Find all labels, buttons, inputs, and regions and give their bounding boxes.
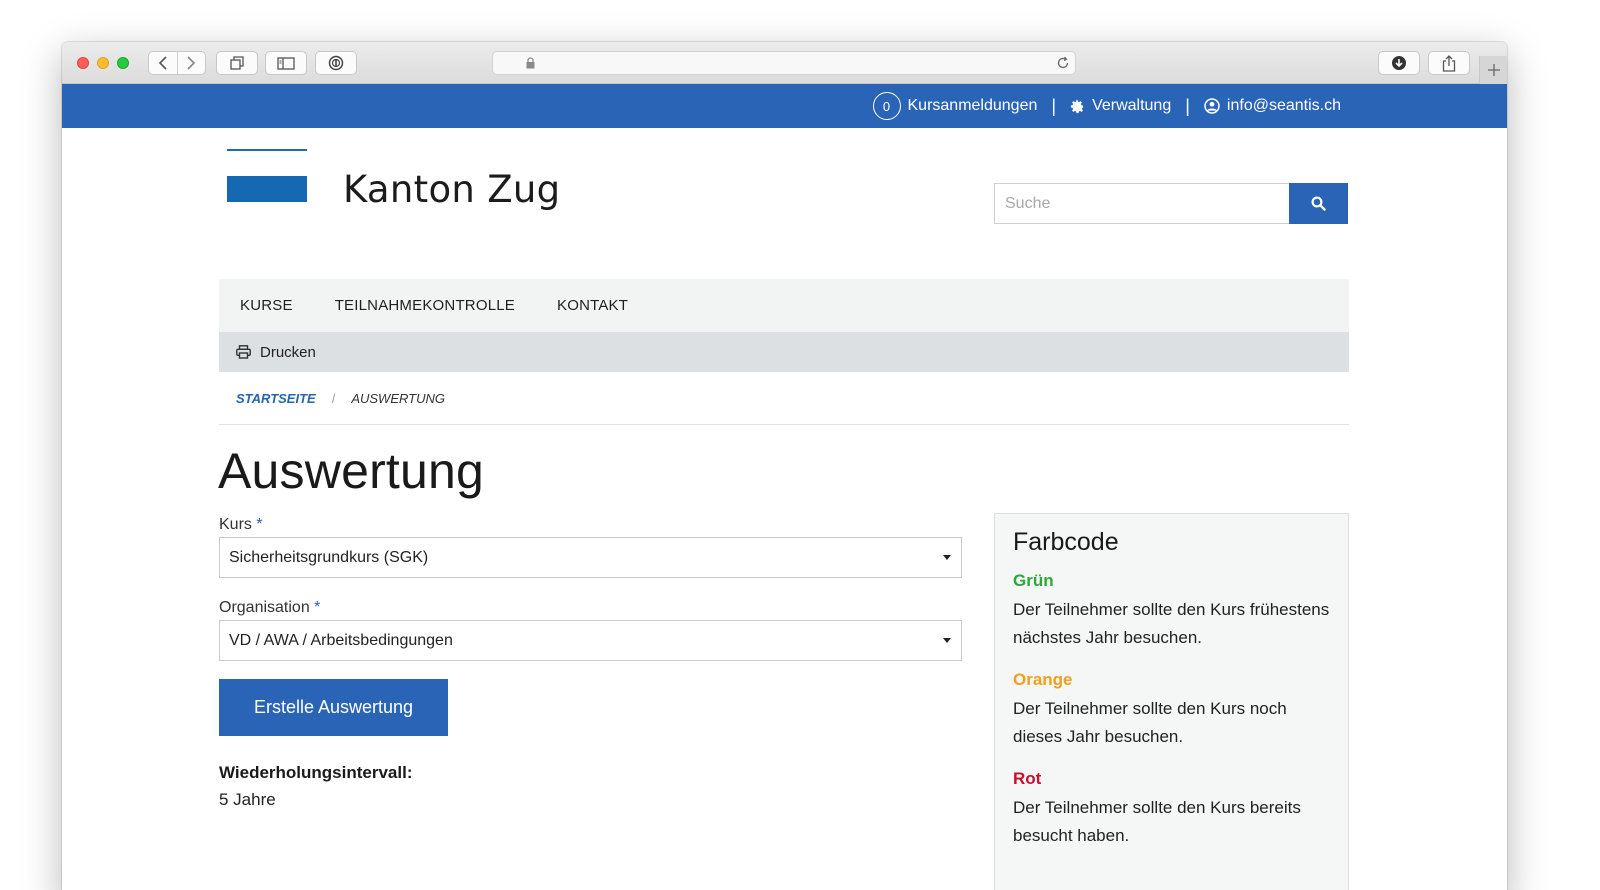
breadcrumb: STARTSEITE / AUSWERTUNG — [219, 391, 1349, 425]
organisation-select[interactable]: VD / AWA / Arbeitsbedingungen — [219, 620, 962, 661]
topbar-separator: | — [1051, 95, 1057, 116]
browser-window: 0 Kursanmeldungen | Verwaltung | info@se… — [62, 42, 1507, 890]
chevron-down-icon — [943, 638, 951, 643]
address-bar[interactable] — [492, 51, 1076, 75]
plus-icon — [1487, 64, 1500, 76]
new-tab-button[interactable] — [1479, 56, 1507, 84]
forward-icon — [187, 56, 196, 70]
nav-item-attendance-control[interactable]: TEILNAHMEKONTROLLE — [335, 297, 515, 314]
history-nav — [148, 51, 206, 75]
user-account-link[interactable]: info@seantis.ch — [1204, 97, 1341, 115]
gear-icon — [1070, 99, 1084, 113]
password-manager-button[interactable] — [315, 51, 357, 75]
page-title: Auswertung — [218, 443, 485, 499]
back-icon — [158, 56, 167, 70]
breadcrumb-current: AUSWERTUNG — [351, 391, 445, 406]
download-icon — [1392, 56, 1406, 70]
zoom-window-button[interactable] — [117, 57, 129, 69]
search-input[interactable] — [994, 183, 1290, 224]
close-window-button[interactable] — [77, 57, 89, 69]
search-icon — [1311, 196, 1326, 211]
sidebar-icon — [277, 56, 295, 70]
organisation-select-value: VD / AWA / Arbeitsbedingungen — [229, 631, 453, 649]
printer-icon — [236, 345, 251, 359]
downloads-button[interactable] — [1378, 51, 1420, 75]
password-icon — [328, 55, 344, 71]
course-select[interactable]: Sicherheitsgrundkurs (SGK) — [219, 537, 962, 578]
color-code-red-name: Rot — [1013, 769, 1042, 788]
print-button[interactable]: Drucken — [236, 344, 316, 361]
main-navigation: KURSE TEILNAHMEKONTROLLE KONTAKT — [219, 279, 1349, 332]
user-circle-icon — [1204, 98, 1220, 114]
create-evaluation-button[interactable]: Erstelle Auswertung — [219, 679, 448, 736]
color-code-green-description: Der Teilnehmer sollte den Kurs frühesten… — [1013, 600, 1330, 647]
repetition-interval-value: 5 Jahre — [219, 790, 276, 809]
topbar-separator: | — [1185, 95, 1190, 116]
color-code-orange-name: Orange — [1013, 670, 1073, 689]
registrations-label: Kursanmeldungen — [907, 97, 1038, 114]
share-button[interactable] — [1428, 51, 1470, 75]
nav-item-courses[interactable]: KURSE — [240, 297, 293, 314]
site-logo-text: Kanton Zug — [343, 168, 561, 211]
logo-emblem — [227, 176, 307, 202]
course-registrations-link[interactable]: 0 Kursanmeldungen — [872, 92, 1038, 120]
back-button[interactable] — [149, 52, 177, 74]
logo-line — [227, 149, 307, 151]
administration-link[interactable]: Verwaltung — [1070, 97, 1171, 115]
search-button[interactable] — [1289, 183, 1348, 224]
minimize-window-button[interactable] — [97, 57, 109, 69]
administration-label: Verwaltung — [1092, 97, 1172, 114]
sidebar-toggle-button[interactable] — [265, 51, 307, 75]
organisation-field-label: Organisation * — [219, 599, 320, 617]
color-code-title: Farbcode — [1013, 528, 1119, 556]
forward-button[interactable] — [176, 52, 206, 74]
color-code-green-name: Grün — [1013, 571, 1054, 590]
color-code-red-description: Der Teilnehmer sollte den Kurs bereits b… — [1013, 798, 1301, 845]
reload-icon[interactable] — [1056, 56, 1070, 70]
browser-toolbar — [62, 42, 1507, 84]
nav-item-contact[interactable]: KONTAKT — [557, 297, 628, 314]
chevron-down-icon — [943, 555, 951, 560]
color-code-panel: Farbcode Grün Der Teilnehmer sollte den … — [994, 513, 1349, 890]
organisation-label-text: Organisation — [219, 599, 310, 616]
registrations-count-badge: 0 — [872, 92, 901, 120]
repetition-interval-label: Wiederholungsintervall: — [219, 763, 413, 782]
lock-icon — [526, 57, 535, 69]
required-marker: * — [256, 516, 263, 533]
breadcrumb-separator: / — [331, 391, 336, 406]
print-label: Drucken — [260, 343, 316, 361]
required-marker: * — [314, 599, 321, 616]
share-icon — [1442, 54, 1456, 72]
breadcrumb-home-link[interactable]: STARTSEITE — [236, 391, 316, 406]
tools-bar: Drucken — [219, 332, 1349, 372]
course-select-value: Sicherheitsgrundkurs (SGK) — [229, 548, 429, 566]
course-label-text: Kurs — [219, 516, 252, 533]
user-email: info@seantis.ch — [1226, 97, 1341, 114]
color-code-orange-description: Der Teilnehmer sollte den Kurs noch dies… — [1013, 699, 1287, 746]
tab-overview-button[interactable] — [216, 51, 258, 75]
course-field-label: Kurs * — [219, 516, 263, 534]
site-topbar: 0 Kursanmeldungen | Verwaltung | info@se… — [62, 84, 1507, 128]
tabs-icon — [230, 56, 244, 70]
